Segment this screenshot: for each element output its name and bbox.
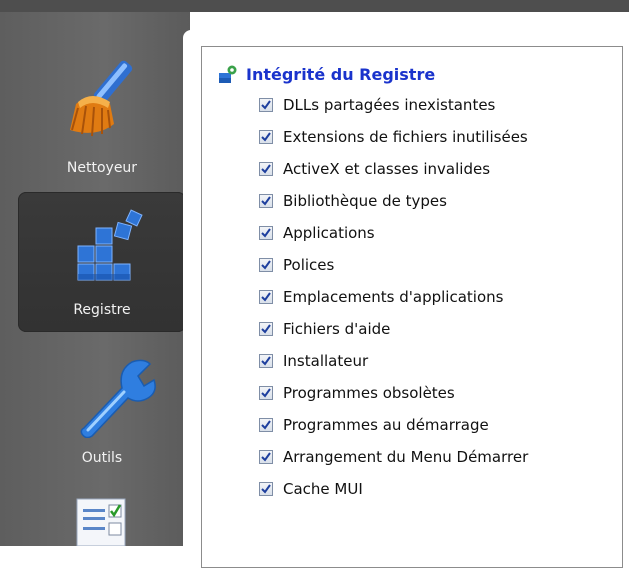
registry-gear-icon [219,65,237,83]
option-checkbox[interactable] [259,194,273,208]
checkmark-icon [261,484,271,494]
option-label: Polices [283,256,335,274]
option-label: Emplacements d'applications [283,288,504,306]
option-row[interactable]: Bibliothèque de types [259,185,528,217]
sidebar-item-label: Registre [73,302,131,318]
option-checkbox[interactable] [259,450,273,464]
option-label: Fichiers d'aide [283,320,391,338]
option-checkbox[interactable] [259,322,273,336]
option-checkbox[interactable] [259,98,273,112]
sidebar-item-registry[interactable]: Registre [18,192,186,332]
option-label: DLLs partagées inexistantes [283,96,496,114]
sidebar-item-tools[interactable]: Outils [18,342,186,482]
registry-cubes-icon [77,209,143,281]
option-label: Bibliothèque de types [283,192,447,210]
option-label: Programmes obsolètes [283,384,455,402]
checklist-icon[interactable] [75,497,127,546]
broom-icon [70,60,133,137]
option-checkbox[interactable] [259,354,273,368]
sidebar: Nettoyeur Registre Outils [0,12,190,546]
option-label: Arrangement du Menu Démarrer [283,448,529,466]
sidebar-item-label: Nettoyeur [66,160,138,176]
option-label: Programmes au démarrage [283,416,489,434]
checkmark-icon [261,324,271,334]
option-row[interactable]: ActiveX et classes invalides [259,153,528,185]
option-checkbox[interactable] [259,130,273,144]
sidebar-item-label: Outils [81,450,123,466]
checkmark-icon [261,420,271,430]
option-label: Cache MUI [283,480,363,498]
option-row[interactable]: Emplacements d'applications [259,281,528,313]
option-label: Installateur [283,352,369,370]
option-checkbox[interactable] [259,482,273,496]
option-label: Extensions de fichiers inutilisées [283,128,528,146]
checkmark-icon [261,356,271,366]
option-row[interactable]: Cache MUI [259,473,528,505]
checkmark-icon [261,132,271,142]
checkmark-icon [261,292,271,302]
options-list: DLLs partagées inexistantes Extensions d… [259,89,528,505]
option-label: ActiveX et classes invalides [283,160,491,178]
option-row[interactable]: Installateur [259,345,528,377]
option-row[interactable]: Extensions de fichiers inutilisées [259,121,528,153]
section-header: Intégrité du Registre [218,63,435,85]
checkmark-icon [261,228,271,238]
option-row[interactable]: Programmes obsolètes [259,377,528,409]
checkmark-icon [261,196,271,206]
option-row[interactable]: Fichiers d'aide [259,313,528,345]
option-row[interactable]: Polices [259,249,528,281]
option-checkbox[interactable] [259,290,273,304]
checkmark-icon [261,100,271,110]
option-row[interactable]: Arrangement du Menu Démarrer [259,441,528,473]
option-label: Applications [283,224,375,242]
option-checkbox[interactable] [259,258,273,272]
option-checkbox[interactable] [259,162,273,176]
option-row[interactable]: Programmes au démarrage [259,409,528,441]
checkmark-icon [261,260,271,270]
checkmark-icon [261,452,271,462]
option-row[interactable]: Applications [259,217,528,249]
option-row[interactable]: DLLs partagées inexistantes [259,89,528,121]
top-bar [0,0,629,12]
checkmark-icon [261,388,271,398]
sidebar-item-cleaner[interactable]: Nettoyeur [18,42,186,192]
registry-options-box: Intégrité du Registre DLLs partagées ine… [201,46,623,568]
option-checkbox[interactable] [259,226,273,240]
wrench-icon [80,359,156,438]
main-panel: Intégrité du Registre DLLs partagées ine… [183,30,629,568]
option-checkbox[interactable] [259,386,273,400]
option-checkbox[interactable] [259,418,273,432]
section-title: Intégrité du Registre [246,64,436,84]
checkmark-icon [261,164,271,174]
